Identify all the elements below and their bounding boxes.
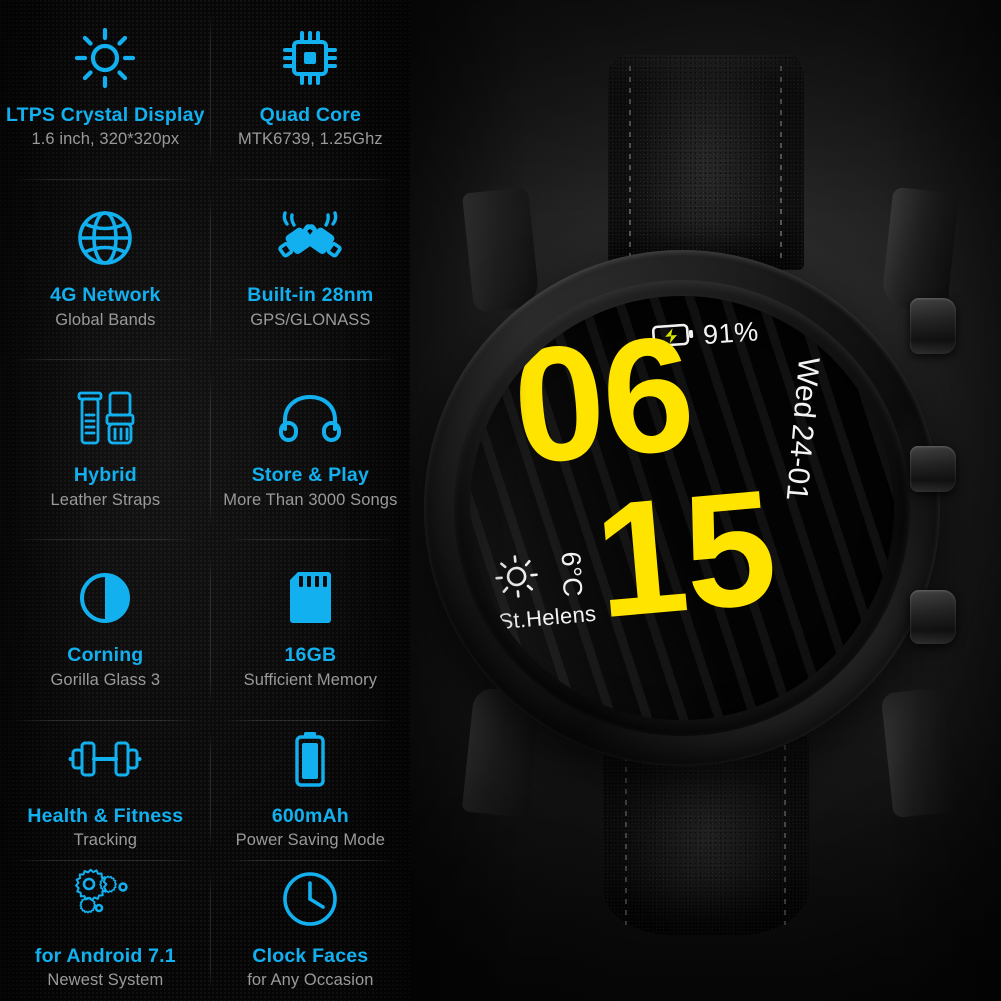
feature-subtitle: Tracking: [73, 830, 138, 849]
feature-subtitle: Newest System: [47, 971, 164, 990]
feature-subtitle: 1.6 inch, 320*320px: [31, 130, 180, 149]
strap-stitching-right: [784, 745, 786, 925]
feature-grid: LTPS Crystal Display 1.6 inch, 320*320px: [0, 0, 410, 1001]
satellite-icon: [274, 206, 346, 270]
clock-icon: [282, 867, 338, 931]
watch-weather-widget: 6°C St.Helens: [493, 548, 599, 635]
product-feature-page: LTPS Crystal Display 1.6 inch, 320*320px: [0, 0, 1001, 1001]
watch-strap-top: [607, 55, 804, 270]
feature-title: Store & Play: [251, 464, 369, 487]
weather-city-label: St.Helens: [497, 600, 598, 635]
feature-title: for Android 7.1: [34, 944, 176, 967]
feature-cell-glass: Corning Gorilla Glass 3: [0, 540, 211, 721]
feature-title: 4G Network: [50, 284, 161, 307]
feature-cell-network: 4G Network Global Bands: [0, 180, 211, 361]
feature-title: Hybrid: [73, 464, 137, 487]
feature-cell-os: for Android 7.1 Newest System: [0, 861, 211, 1001]
features-panel: LTPS Crystal Display 1.6 inch, 320*320px: [0, 0, 410, 1001]
dumbbell-icon: [68, 727, 142, 791]
globe-icon: [77, 206, 133, 270]
feature-cell-straps: Hybrid Leather Straps: [0, 360, 211, 541]
watch-straps-icon: [74, 386, 136, 450]
feature-title: Health & Fitness: [27, 804, 184, 827]
watch-weekday-label: Wed: [787, 355, 826, 420]
watch-strap-bottom: [602, 735, 809, 935]
watch-lug-top-left: [461, 186, 541, 314]
feature-title: Clock Faces: [252, 944, 369, 967]
contrast-circle-icon: [78, 566, 132, 630]
feature-title: 600mAh: [271, 804, 349, 827]
strap-stitching-left: [625, 745, 627, 925]
battery-vertical-icon: [293, 727, 327, 791]
leather-grain-texture: [602, 735, 809, 935]
cpu-chip-icon: [281, 26, 339, 90]
feature-subtitle: for Any Occasion: [247, 971, 374, 990]
feature-title: Quad Core: [259, 103, 362, 126]
feature-subtitle: Leather Straps: [50, 490, 161, 509]
battery-percent-label: 91%: [702, 316, 760, 351]
feature-cell-display: LTPS Crystal Display 1.6 inch, 320*320px: [0, 0, 211, 181]
weather-top-row: 6°C: [493, 548, 596, 605]
bottom-crown-button[interactable]: [910, 590, 956, 644]
feature-title: LTPS Crystal Display: [6, 103, 205, 126]
brightness-sun-icon: [74, 26, 136, 90]
headphones-icon: [279, 386, 342, 450]
feature-cell-clockfaces: Clock Faces for Any Occasion: [211, 861, 410, 1001]
feature-cell-memory: 16GB Sufficient Memory: [211, 540, 410, 721]
gears-icon: [74, 867, 136, 931]
memory-card-icon: [288, 566, 332, 630]
feature-subtitle: MTK6739, 1.25Ghz: [238, 130, 383, 149]
feature-cell-fitness: Health & Fitness Tracking: [0, 721, 211, 862]
strap-stitching-right: [780, 65, 782, 260]
watch-lug-top-right: [880, 186, 960, 314]
feature-cell-music: Store & Play More Than 3000 Songs: [211, 360, 410, 541]
sun-icon: [493, 553, 541, 606]
feature-subtitle: More Than 3000 Songs: [223, 490, 398, 509]
leather-grain-texture: [607, 55, 804, 270]
weather-temperature-label: 6°C: [555, 550, 588, 598]
watch-time-minutes: 15: [588, 454, 781, 653]
feature-title: 16GB: [284, 644, 337, 667]
watch-lug-bottom-right: [880, 686, 960, 819]
watch-case: 91% 06 15 Wed 24-01 6°C St.Helens: [424, 250, 956, 766]
feature-cell-processor: Quad Core MTK6739, 1.25Ghz: [211, 0, 410, 181]
strap-stitching-left: [629, 65, 631, 260]
feature-subtitle: GPS/GLONASS: [250, 310, 371, 329]
product-photo-panel: 91% 06 15 Wed 24-01 6°C St.Helens: [410, 0, 1001, 1001]
top-crown-button[interactable]: [910, 298, 956, 354]
feature-subtitle: Gorilla Glass 3: [50, 670, 161, 689]
watch-screen[interactable]: 91% 06 15 Wed 24-01 6°C St.Helens: [470, 296, 894, 720]
feature-subtitle: Sufficient Memory: [243, 670, 378, 689]
feature-title: Corning: [67, 644, 144, 667]
feature-subtitle: Power Saving Mode: [235, 830, 386, 849]
feature-cell-battery: 600mAh Power Saving Mode: [211, 721, 410, 862]
middle-crown-button[interactable]: [910, 446, 956, 492]
watch-date-label: 24-01: [779, 422, 820, 503]
watch-date-block: Wed 24-01: [779, 356, 825, 502]
watch-time-hours: 06: [506, 300, 699, 499]
feature-subtitle: Global Bands: [55, 310, 156, 329]
feature-cell-gps: Built-in 28nm GPS/GLONASS: [211, 180, 410, 361]
feature-title: Built-in 28nm: [247, 284, 374, 307]
